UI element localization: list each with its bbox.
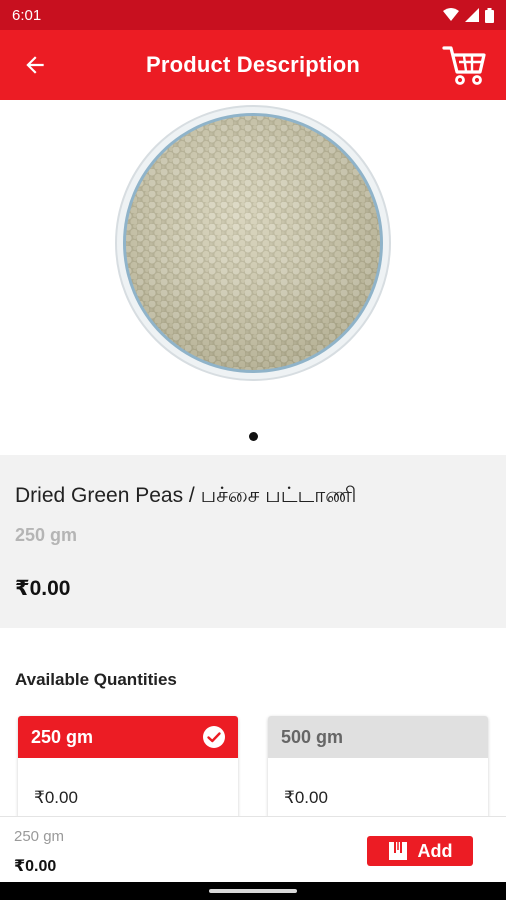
selected-price: ₹0.00 bbox=[14, 858, 57, 875]
product-image-carousel[interactable] bbox=[0, 100, 506, 455]
quantity-option-label: 250 gm bbox=[31, 726, 94, 747]
available-quantities-heading: Available Quantities bbox=[15, 670, 177, 689]
quantity-option-header: 250 gm bbox=[18, 716, 238, 758]
shopping-bag-icon bbox=[388, 842, 407, 860]
selected-weight: 250 gm bbox=[14, 828, 65, 845]
home-gesture-handle[interactable] bbox=[209, 889, 297, 893]
signal-icon bbox=[465, 8, 479, 22]
product-weight: 250 gm bbox=[15, 525, 78, 545]
product-price: ₹0.00 bbox=[15, 577, 71, 600]
product-name: Dried Green Peas / பச்சை பட்டாணி bbox=[15, 484, 357, 507]
quantity-option-price: ₹0.00 bbox=[284, 788, 328, 807]
battery-icon bbox=[485, 7, 494, 23]
bottom-cart-bar: 250 gm ₹0.00 Add bbox=[0, 816, 506, 883]
quantity-option-price: ₹0.00 bbox=[34, 788, 78, 807]
status-icons bbox=[443, 7, 494, 23]
check-circle-icon bbox=[203, 726, 225, 748]
app-bar: Product Description bbox=[0, 30, 506, 100]
status-bar: 6:01 bbox=[0, 0, 506, 30]
cart-icon[interactable] bbox=[442, 44, 486, 86]
back-arrow-icon[interactable] bbox=[22, 52, 48, 78]
page-title: Product Description bbox=[145, 52, 361, 77]
add-button-label: Add bbox=[417, 840, 453, 861]
carousel-dot-active[interactable] bbox=[249, 432, 258, 441]
quantity-option-header: 500 gm bbox=[268, 716, 488, 758]
status-time: 6:01 bbox=[12, 6, 42, 24]
add-to-cart-button[interactable]: Add bbox=[367, 836, 473, 866]
product-info-panel: Dried Green Peas / பச்சை பட்டாணி 250 gm … bbox=[0, 455, 506, 628]
wifi-icon bbox=[443, 8, 459, 21]
quantity-option-label: 500 gm bbox=[281, 726, 344, 747]
product-image bbox=[115, 105, 391, 381]
system-nav-bar bbox=[0, 882, 506, 900]
